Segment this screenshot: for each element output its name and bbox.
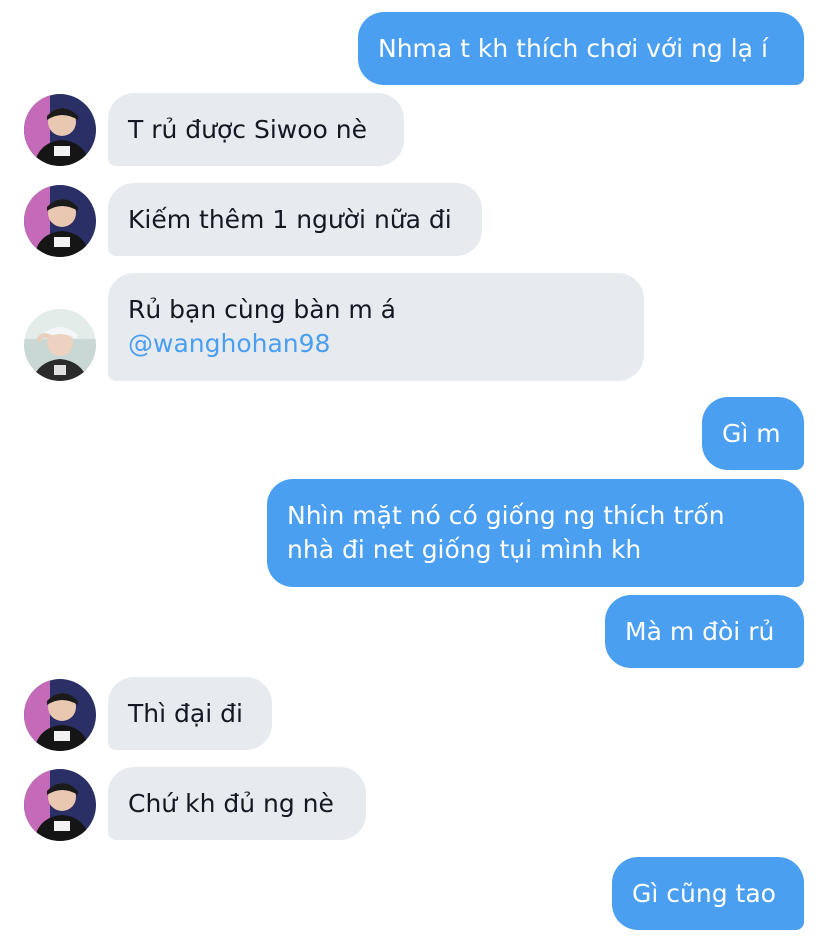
- message-text: Gì m: [722, 418, 781, 448]
- message-text: Gì cũng tao: [632, 878, 776, 908]
- received-message-bubble[interactable]: Chứ kh đủ ng nè: [108, 767, 366, 840]
- message-text: Nhma t kh thích chơi với ng lạ í: [378, 33, 768, 63]
- message-text: Chứ kh đủ ng nè: [128, 788, 334, 818]
- received-message-bubble[interactable]: Thì đại đi: [108, 677, 272, 750]
- avatar[interactable]: [24, 769, 96, 841]
- avatar[interactable]: [24, 309, 96, 381]
- sent-message-bubble[interactable]: Mà m đòi rủ: [605, 595, 804, 668]
- received-message-bubble[interactable]: Rủ bạn cùng bàn m á @wanghohan98: [108, 273, 644, 381]
- user-avatar-icon: [24, 679, 96, 751]
- sent-message-bubble[interactable]: Gì m: [702, 397, 804, 470]
- message-text: nhà đi net giống tụi mình kh: [287, 535, 642, 564]
- message-text: Nhìn mặt nó có giống ng thích trốn: [287, 501, 725, 530]
- sent-message-bubble[interactable]: Nhìn mặt nó có giống ng thích trốn nhà đ…: [267, 479, 804, 587]
- chat-thread: Nhma t kh thích chơi với ng lạ í T rủ đư…: [0, 0, 828, 945]
- message-text: Thì đại đi: [128, 698, 243, 728]
- sent-message-bubble[interactable]: Gì cũng tao: [612, 857, 804, 930]
- message-text: T rủ được Siwoo nè: [128, 114, 368, 144]
- user-avatar-icon: [24, 769, 96, 841]
- user-mention-link[interactable]: @wanghohan98: [128, 327, 624, 361]
- user-avatar-icon: [24, 309, 96, 381]
- received-message-bubble[interactable]: Kiếm thêm 1 người nữa đi: [108, 183, 482, 256]
- sent-message-bubble[interactable]: Nhma t kh thích chơi với ng lạ í: [358, 12, 804, 85]
- avatar[interactable]: [24, 679, 96, 751]
- user-avatar-icon: [24, 94, 96, 166]
- message-text: Rủ bạn cùng bàn m á: [128, 295, 396, 324]
- message-text: Kiếm thêm 1 người nữa đi: [128, 204, 452, 234]
- user-avatar-icon: [24, 185, 96, 257]
- message-text: Mà m đòi rủ: [625, 616, 775, 646]
- avatar[interactable]: [24, 94, 96, 166]
- received-message-bubble[interactable]: T rủ được Siwoo nè: [108, 93, 404, 166]
- avatar[interactable]: [24, 185, 96, 257]
